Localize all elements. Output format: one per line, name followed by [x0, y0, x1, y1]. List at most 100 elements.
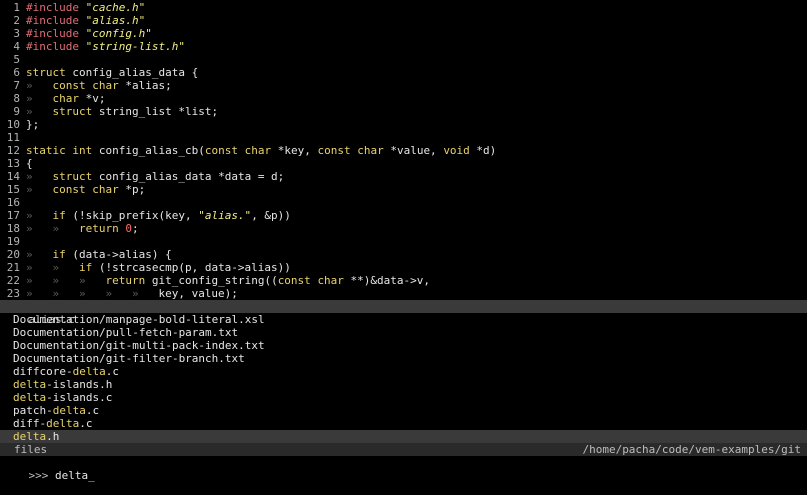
file-list-item[interactable]: diffcore-delta.c — [0, 365, 807, 378]
code-token: "config.h" — [85, 27, 152, 40]
code-token: "cache.h" — [85, 1, 146, 14]
prompt-query[interactable]: delta — [55, 469, 88, 482]
code-token: return — [105, 274, 146, 287]
file-list-item[interactable]: Documentation/pull-fetch-param.txt — [0, 326, 807, 339]
code-token: if — [52, 248, 66, 261]
code-line[interactable]: 2 #include "alias.h" — [0, 14, 807, 27]
line-number: 22 — [6, 274, 20, 287]
code-token: void — [443, 144, 470, 157]
command-prompt[interactable]: >>> delta_ — [0, 456, 807, 482]
line-number: 20 — [6, 248, 20, 261]
code-line[interactable]: 12 static int config_alias_cb(const char … — [0, 144, 807, 157]
code-line[interactable]: 5 — [0, 53, 807, 66]
match-highlight: delta — [13, 391, 47, 404]
match-highlight: delta — [52, 404, 86, 417]
indent-marker: » — [26, 170, 53, 183]
file-list-item[interactable]: delta-islands.c — [0, 391, 807, 404]
code-token: char — [92, 79, 119, 92]
code-token: config_alias_cb( — [92, 144, 205, 157]
code-token: struct — [52, 105, 93, 118]
code-token: }; — [26, 118, 40, 131]
code-line[interactable]: 13 { — [0, 157, 807, 170]
prompt-cursor: _ — [88, 469, 95, 482]
file-list-item[interactable]: delta-islands.h — [0, 378, 807, 391]
code-line[interactable]: 18 » » return 0; — [0, 222, 807, 235]
indent-marker: » » » » » — [26, 287, 159, 300]
code-token: string_list *list; — [92, 105, 219, 118]
match-highlight: delta — [13, 378, 47, 391]
file-name-part: patch- — [13, 404, 53, 417]
code-token: #include — [26, 1, 86, 14]
line-number: 8 — [13, 92, 20, 105]
file-list-item[interactable]: Documentation/manpage-bold-literal.xsl — [0, 313, 807, 326]
code-token: *alias; — [118, 79, 172, 92]
file-list-item-selected[interactable]: delta.h — [0, 430, 807, 443]
indent-marker: » — [26, 209, 53, 222]
line-number: 2 — [13, 14, 20, 27]
code-token: (data->alias) { — [65, 248, 172, 261]
line-number: 18 — [6, 222, 20, 235]
file-list[interactable]: Documentation/manpage-bold-literal.xsl Do… — [0, 313, 807, 443]
line-number: 5 — [13, 53, 20, 66]
code-line[interactable]: 7 » const char *alias; — [0, 79, 807, 92]
code-token: git_config_string(( — [145, 274, 278, 287]
indent-marker: » » — [26, 222, 79, 235]
code-line[interactable]: 23 » » » » » key, value); — [0, 287, 807, 300]
file-name-part: -islands.c — [46, 391, 113, 404]
code-token: char — [317, 274, 344, 287]
file-name-part: diffcore- — [13, 365, 73, 378]
code-line[interactable]: 1 #include "cache.h" — [0, 1, 807, 14]
file-list-item[interactable]: Documentation/git-filter-branch.txt — [0, 352, 807, 365]
code-line[interactable]: 17 » if (!skip_prefix(key, "alias.", &p)) — [0, 209, 807, 222]
code-line[interactable]: 9 » struct string_list *list; — [0, 105, 807, 118]
code-line[interactable]: 4 #include "string-list.h" — [0, 40, 807, 53]
line-number: 1 — [13, 1, 20, 14]
code-token: , &p)) — [251, 209, 291, 222]
code-token: char — [244, 144, 272, 157]
code-line[interactable]: 11 — [0, 131, 807, 144]
code-token: const — [52, 79, 86, 92]
file-name: Documentation/git-filter-branch.txt — [13, 352, 245, 365]
code-token: struct — [52, 170, 93, 183]
vem-editor-window: 1 #include "cache.h" 2 #include "alias.h" 3 #… — [0, 0, 807, 482]
code-line[interactable]: 22» » » return git_config_string((const … — [0, 274, 807, 287]
code-token: ; — [131, 222, 139, 235]
code-line[interactable]: 16 — [0, 196, 807, 209]
line-number: 15 — [6, 183, 20, 196]
code-line[interactable]: 19 — [0, 235, 807, 248]
line-number: 9 — [13, 105, 20, 118]
code-token: (!skip_prefix(key, — [65, 209, 199, 222]
code-line[interactable]: 14 » struct config_alias_data *data = d; — [0, 170, 807, 183]
code-line[interactable]: 20 » if (data->alias) { — [0, 248, 807, 261]
line-number: 16 — [6, 196, 20, 209]
file-name-part: -islands.h — [46, 378, 113, 391]
indent-marker: » — [26, 92, 53, 105]
code-line[interactable]: 21 » » if (!strcasecmp(p, data->alias)) — [0, 261, 807, 274]
code-token: char — [52, 92, 80, 105]
line-number: 10 — [6, 118, 20, 131]
code-line[interactable]: 10}; — [0, 118, 807, 131]
indent-marker: » » — [26, 261, 79, 274]
code-token: config_alias_data *data = d; — [92, 170, 285, 183]
indent-marker: » — [26, 105, 53, 118]
code-token: key, value); — [158, 287, 238, 300]
code-token: **)&data->v, — [343, 274, 431, 287]
file-name-part: .h — [46, 430, 60, 443]
file-list-item[interactable]: Documentation/git-multi-pack-index.txt — [0, 339, 807, 352]
file-list-item[interactable]: diff-delta.c — [0, 417, 807, 430]
file-name-part: .c — [105, 365, 119, 378]
code-token: #include — [26, 14, 86, 27]
code-editor[interactable]: 1 #include "cache.h" 2 #include "alias.h" 3 #… — [0, 0, 807, 300]
code-line[interactable]: 6 struct config_alias_data { — [0, 66, 807, 79]
line-number: 4 — [13, 40, 20, 53]
code-token: char — [92, 183, 119, 196]
file-name: Documentation/pull-fetch-param.txt — [13, 326, 239, 339]
code-token: const — [277, 274, 311, 287]
code-token: *v; — [79, 92, 106, 105]
code-line[interactable]: 15 » const char *p; — [0, 183, 807, 196]
code-line[interactable]: 3 #include "config.h" — [0, 27, 807, 40]
line-number: 19 — [6, 235, 20, 248]
file-list-item[interactable]: patch-delta.c — [0, 404, 807, 417]
code-line[interactable]: 8 » char *v; — [0, 92, 807, 105]
